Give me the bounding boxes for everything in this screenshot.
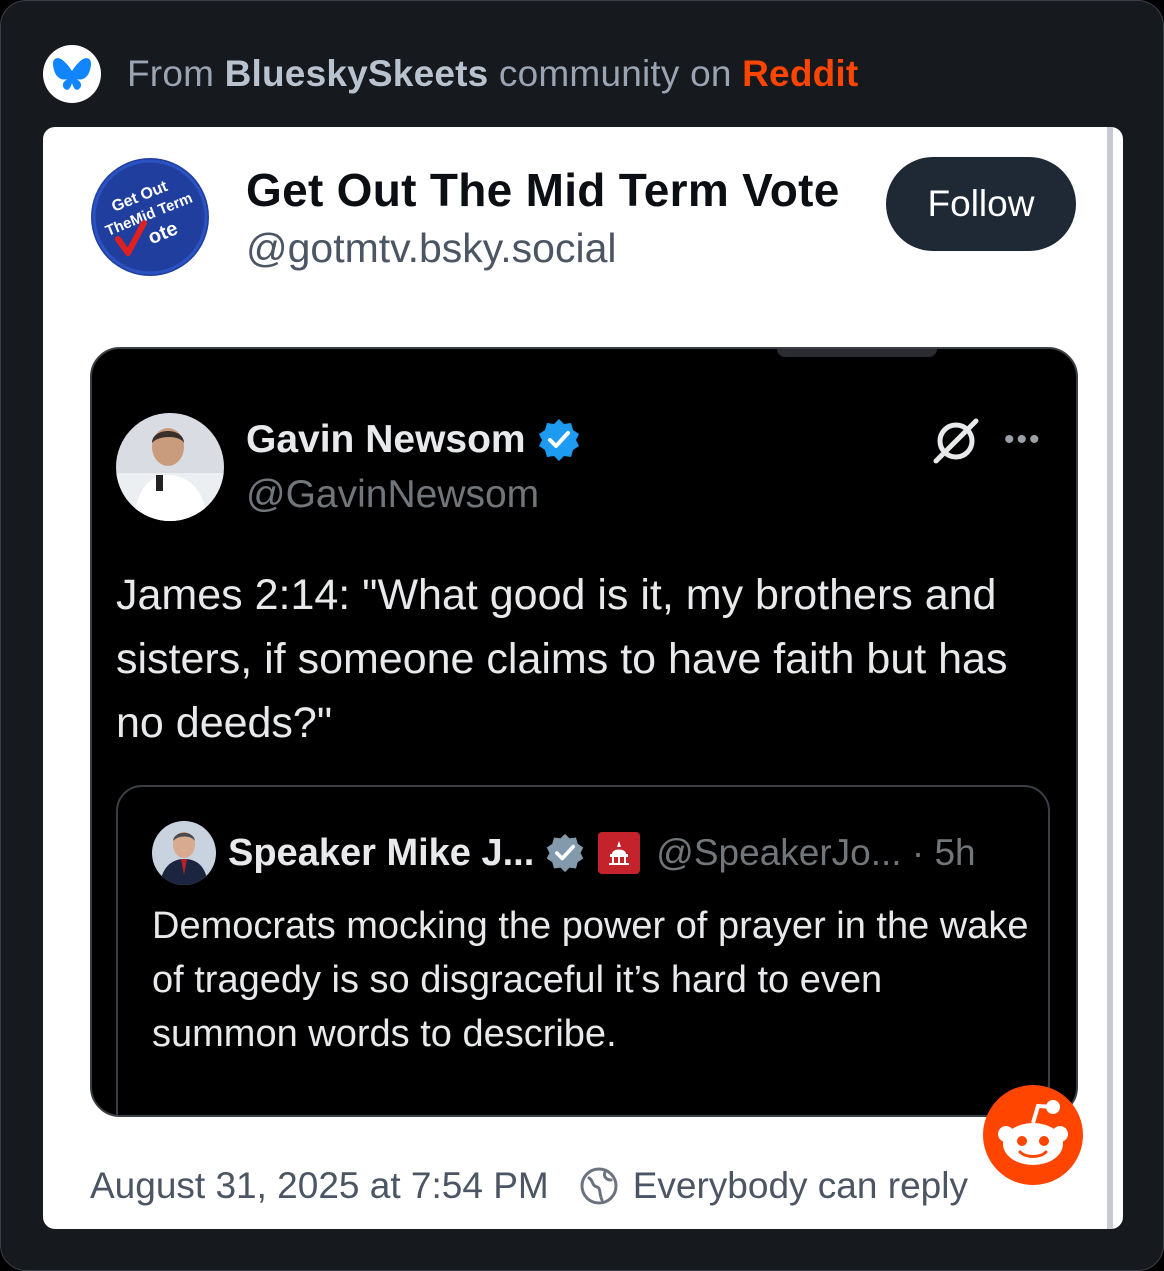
quoted-tweet-header: Speaker Mike J... @SpeakerJo... · 5h bbox=[152, 821, 976, 885]
source-bar: From BlueskySkeets community on Reddit bbox=[43, 45, 858, 103]
bluesky-butterfly-icon bbox=[43, 45, 101, 103]
tweet-body: James 2:14: "What good is it, my brother… bbox=[116, 571, 1008, 747]
follow-button[interactable]: Follow bbox=[886, 157, 1076, 251]
tweet-author-handle: @GavinNewsom bbox=[246, 473, 540, 516]
reply-setting: Everybody can reply bbox=[632, 1165, 968, 1206]
source-middle: community on bbox=[498, 53, 732, 94]
embedded-tweet-image: Gavin Newsom @GavinNewsom ••• James 2:14… bbox=[90, 347, 1078, 1117]
reddit-snoo-icon bbox=[982, 1084, 1084, 1186]
card-scrollbar[interactable] bbox=[1107, 127, 1113, 1229]
gov-verified-badge-icon bbox=[547, 833, 584, 873]
capitol-badge-icon bbox=[598, 832, 641, 874]
tweet-author-name: Gavin Newsom bbox=[246, 417, 582, 463]
community-link[interactable]: BlueskySkeets bbox=[225, 53, 489, 94]
author-handle[interactable]: @gotmtv.bsky.social bbox=[246, 225, 616, 272]
verified-badge-icon bbox=[538, 419, 579, 461]
quoted-author-name: Speaker Mike J... bbox=[228, 831, 535, 874]
quoted-tweet-avatar bbox=[152, 821, 216, 885]
tweet-top-notch bbox=[777, 349, 937, 357]
post-timestamp[interactable]: August 31, 2025 at 7:54 PM bbox=[90, 1165, 549, 1207]
bluesky-post-card: Get Out TheMid Term ote Get Out The Mid … bbox=[43, 127, 1123, 1229]
quoted-author-handle: @SpeakerJo... · 5h bbox=[656, 832, 976, 873]
post-frame: From BlueskySkeets community on Reddit G… bbox=[0, 0, 1164, 1271]
more-options-icon: ••• bbox=[1004, 423, 1042, 456]
tweet-avatar bbox=[116, 413, 224, 521]
grok-icon bbox=[930, 415, 982, 467]
quoted-tweet: Speaker Mike J... @SpeakerJo... · 5h Dem… bbox=[116, 785, 1050, 1115]
globe-icon bbox=[580, 1167, 618, 1205]
source-attribution: From BlueskySkeets community on Reddit bbox=[127, 53, 858, 95]
reddit-link[interactable]: Reddit bbox=[742, 53, 858, 94]
tweet-author-name-text: Gavin Newsom bbox=[246, 418, 526, 461]
author-avatar[interactable]: Get Out TheMid Term ote bbox=[90, 157, 210, 277]
post-footer: August 31, 2025 at 7:54 PM Everybody can… bbox=[90, 1161, 968, 1211]
source-prefix: From bbox=[127, 53, 215, 94]
author-name[interactable]: Get Out The Mid Term Vote bbox=[246, 163, 840, 217]
quoted-tweet-body: Democrats mocking the power of prayer in… bbox=[152, 905, 1029, 1055]
